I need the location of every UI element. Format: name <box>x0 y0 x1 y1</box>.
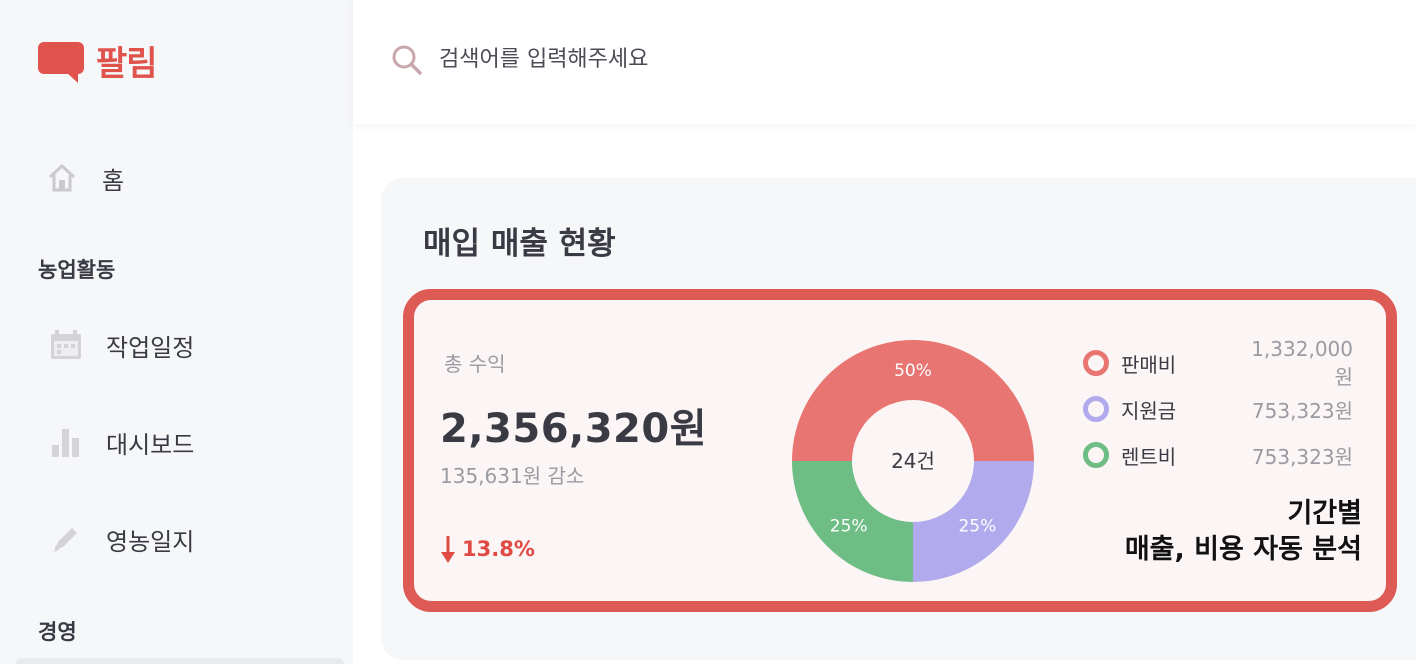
legend-amount: 1,332,000원 <box>1251 336 1353 389</box>
legend-item: 지원금 753,323원 <box>1083 386 1353 432</box>
sidebar-section-title: 경영 <box>38 620 77 644</box>
sidebar-selected-item[interactable] <box>16 658 344 664</box>
sidebar-item-label: 대시보드 <box>106 430 195 459</box>
donut-slice-1 <box>792 340 1034 461</box>
logo-icon <box>38 39 88 83</box>
total-income-value: 2,356,320원 <box>440 406 708 452</box>
legend-swatch <box>1083 442 1109 468</box>
app-name: 팔림 <box>96 44 158 84</box>
chart-legend: 판매비 1,332,000원 지원금 753,323원 렌트비 753,323원 <box>1083 337 1353 478</box>
search-icon[interactable] <box>391 44 423 76</box>
sidebar-item-label: 홈 <box>102 166 125 195</box>
page-title: 매입 매출 현황 <box>423 226 616 262</box>
search-input[interactable] <box>439 38 1039 80</box>
legend-amount: 753,323원 <box>1251 398 1353 423</box>
home-icon <box>44 160 80 196</box>
sidebar-item-dashboard[interactable]: 대시보드 <box>48 424 194 460</box>
legend-swatch <box>1083 396 1109 422</box>
legend-label: 판매비 <box>1121 352 1177 377</box>
calendar-icon <box>48 327 84 363</box>
donut-center-count: 24건 <box>891 449 935 473</box>
revenue-summary-card: 총 수익 2,356,320원 135,631원 감소 13.8% 50% 25%… <box>403 289 1397 612</box>
total-income-label: 총 수익 <box>444 352 506 376</box>
legend-amount: 753,323원 <box>1251 444 1353 469</box>
highlight-line-2: 매출, 비용 자동 분석 <box>1124 534 1362 565</box>
legend-label: 지원금 <box>1121 398 1177 423</box>
sidebar-item-farm-log[interactable]: 영농일지 <box>48 521 194 557</box>
legend-item: 판매비 1,332,000원 <box>1083 337 1353 389</box>
change-rate-value: 13.8% <box>462 537 535 561</box>
feature-highlight: 기간별 매출, 비용 자동 분석 <box>1125 496 1362 568</box>
sidebar-section-title: 농업활동 <box>38 258 116 282</box>
pencil-icon <box>48 521 84 557</box>
top-header <box>353 0 1416 124</box>
legend-label: 렌트비 <box>1121 444 1177 469</box>
sidebar-item-label: 작업일정 <box>106 333 195 362</box>
legend-swatch <box>1083 350 1109 376</box>
arrow-down-icon <box>441 536 455 563</box>
highlight-line-1: 기간별 <box>1287 498 1362 529</box>
donut-slice-label: 50% <box>894 361 932 381</box>
legend-item: 렌트비 753,323원 <box>1083 432 1353 478</box>
revenue-donut-chart: 50% 25% 25% 24건 <box>792 340 1034 582</box>
decrease-amount: 135,631원 감소 <box>440 464 585 488</box>
sidebar: 팔림 홈 농업활동 작업일정 대시보드 영농일지 경영 <box>0 0 353 664</box>
donut-slice-label: 25% <box>830 516 868 536</box>
change-rate: 13.8% <box>440 534 535 564</box>
sidebar-item-home[interactable]: 홈 <box>44 160 124 196</box>
donut-slice-label: 25% <box>958 516 996 536</box>
sidebar-item-label: 영농일지 <box>106 527 195 556</box>
bar-chart-icon <box>48 424 84 460</box>
sidebar-item-schedule[interactable]: 작업일정 <box>48 327 194 363</box>
app-logo[interactable]: 팔림 <box>38 36 158 85</box>
